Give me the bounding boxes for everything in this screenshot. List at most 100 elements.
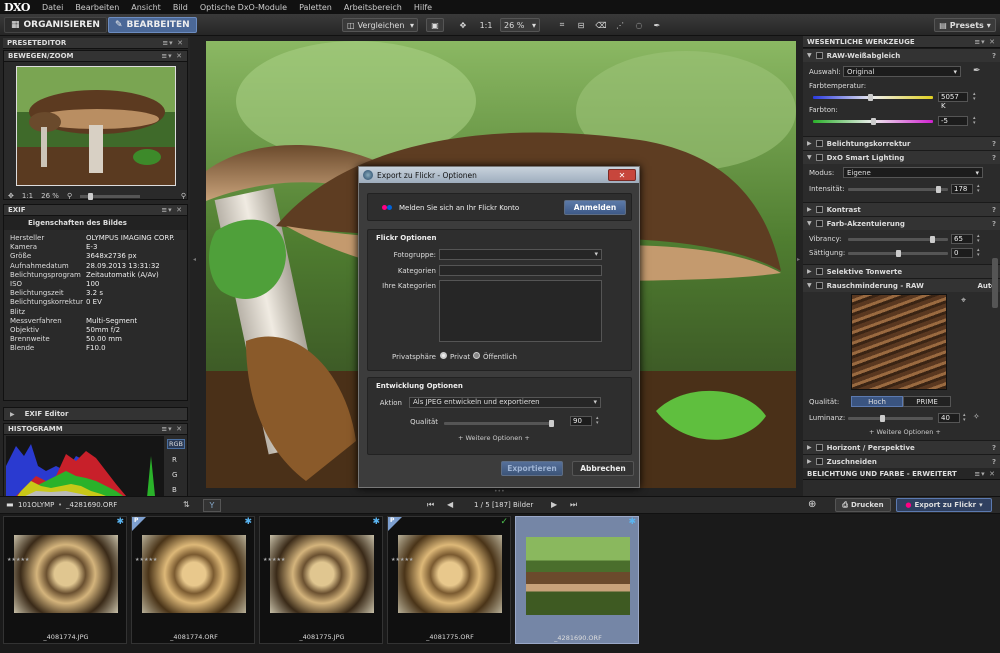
intensity-slider[interactable] bbox=[848, 186, 948, 193]
histogram-g-button[interactable]: G bbox=[172, 471, 177, 479]
exif-editor-header[interactable]: ▶ EXIF Editor bbox=[3, 407, 188, 421]
wb-checkbox[interactable] bbox=[815, 52, 823, 59]
help-icon[interactable]: ? bbox=[992, 220, 996, 228]
ratio-button[interactable]: 1:1 bbox=[476, 18, 496, 32]
lasso-tool[interactable]: ◌ bbox=[632, 18, 646, 32]
eyedropper-icon[interactable]: ✒ bbox=[973, 66, 981, 76]
spinner-icon[interactable]: ▴ ▾ bbox=[973, 116, 976, 126]
fullscreen-button[interactable]: ▣ bbox=[426, 18, 444, 32]
modus-select[interactable]: Eigene ▾ bbox=[843, 167, 983, 178]
next-image-icon[interactable]: ▶ bbox=[551, 500, 557, 509]
thumbnail[interactable]: P ✓ ★★★★★ _4081775.ORF bbox=[387, 516, 511, 644]
tint-slider[interactable] bbox=[813, 118, 933, 125]
spinner-icon[interactable]: ▴ ▾ bbox=[973, 92, 976, 102]
selective-tones-checkbox[interactable] bbox=[815, 268, 823, 275]
prev-image-icon[interactable]: ◀ bbox=[447, 500, 453, 509]
exif-tab[interactable]: Eigenschaften des Bildes bbox=[4, 216, 187, 230]
luminance-value[interactable]: 40 bbox=[938, 413, 960, 423]
menu-hilfe[interactable]: Hilfe bbox=[408, 3, 438, 12]
rating-stars-icon[interactable]: ★★★★★ bbox=[391, 557, 413, 564]
oeffentlich-radio[interactable] bbox=[473, 352, 480, 359]
spinner-icon[interactable]: ▴ ▾ bbox=[596, 416, 599, 426]
slider-knob[interactable] bbox=[871, 118, 876, 125]
slider-knob[interactable] bbox=[896, 250, 901, 257]
thumbnail[interactable]: ✱ ★★★★★ _4081774.JPG bbox=[3, 516, 127, 644]
advanced-header[interactable]: BELICHTUNG UND FARBE - ERWEITERT ≡▾ ✕ bbox=[803, 468, 1000, 480]
horizon-header[interactable]: ▶ Horizont / Perspektive? bbox=[803, 440, 1000, 454]
filter-button[interactable]: Y bbox=[203, 499, 221, 512]
panel-controls-icon[interactable]: ≡▾ ✕ bbox=[162, 39, 184, 47]
perspective-tool[interactable]: ⋰ bbox=[613, 18, 627, 32]
help-icon[interactable]: ? bbox=[992, 458, 996, 466]
cancel-button[interactable]: Abbrechen bbox=[572, 461, 634, 476]
quality-slider[interactable] bbox=[444, 420, 554, 427]
left-collapse-icon[interactable]: ◂ bbox=[193, 256, 196, 263]
noise-reduction-header[interactable]: ▼ Rauschminderung - RAW Auto bbox=[803, 278, 1000, 292]
quality-hoch-button[interactable]: Hoch bbox=[851, 396, 903, 407]
slider-knob[interactable] bbox=[880, 415, 885, 422]
more-options-link[interactable]: + Weitere Optionen + bbox=[458, 434, 530, 442]
horizon-checkbox[interactable] bbox=[815, 444, 823, 451]
panel-controls-icon[interactable]: ≡▾ ✕ bbox=[974, 470, 996, 478]
spinner-icon[interactable]: ▴ ▾ bbox=[963, 413, 966, 423]
print-button[interactable]: ⎙ Drucken bbox=[835, 498, 891, 512]
spinner-icon[interactable]: ▴ ▾ bbox=[977, 184, 980, 194]
vibrancy-value[interactable]: 65 bbox=[951, 234, 973, 244]
rating-stars-icon[interactable]: ★★★★★ bbox=[263, 557, 285, 564]
target-icon[interactable]: ⌖ bbox=[961, 296, 966, 306]
dust-tool[interactable]: ⌫ bbox=[594, 18, 608, 32]
histogram-r-button[interactable]: R bbox=[172, 456, 177, 464]
aktion-select[interactable]: Als JPEG entwickeln und exportieren ▾ bbox=[409, 397, 601, 408]
panel-controls-icon[interactable]: ≡▾ ✕ bbox=[974, 38, 996, 46]
thumbnail[interactable]: P ✱ ★★★★★ _4081774.ORF bbox=[131, 516, 255, 644]
zoom-out-icon[interactable]: ⚲ bbox=[67, 192, 72, 200]
help-icon[interactable]: ? bbox=[992, 140, 996, 148]
spinner-icon[interactable]: ▴ ▾ bbox=[977, 248, 980, 258]
color-accent-checkbox[interactable] bbox=[815, 220, 823, 227]
smart-lighting-header[interactable]: ▼ DxO Smart Lighting? bbox=[803, 150, 1000, 164]
saturation-value[interactable]: 0 bbox=[951, 248, 973, 258]
tint-value[interactable]: -5 bbox=[938, 116, 968, 126]
noise-preview[interactable] bbox=[851, 294, 947, 390]
thumbnail[interactable]: ✱ ★★★★★ _4081775.JPG bbox=[259, 516, 383, 644]
color-accent-header[interactable]: ▼ Farb-Akzentuierung? bbox=[803, 216, 1000, 230]
noise-more-options[interactable]: + Weitere Optionen + bbox=[869, 428, 941, 436]
temp-slider[interactable] bbox=[813, 94, 933, 101]
help-icon[interactable]: ? bbox=[992, 444, 996, 452]
selective-tones-header[interactable]: ▶Selektive Tonwerte? bbox=[803, 264, 1000, 278]
folder-name[interactable]: 101OLYMP bbox=[18, 501, 54, 509]
menu-arbeitsbereich[interactable]: Arbeitsbereich bbox=[338, 3, 408, 12]
menu-bearbeiten[interactable]: Bearbeiten bbox=[69, 3, 125, 12]
sort-icon[interactable]: ⇅ bbox=[183, 500, 190, 509]
smart-lighting-checkbox[interactable] bbox=[815, 154, 823, 161]
crop-tool[interactable]: ⌗ bbox=[555, 18, 569, 32]
move-zoom-header[interactable]: BEWEGEN/ZOOM ≡▾ ✕ bbox=[4, 51, 187, 62]
nav-ratio[interactable]: 1:1 bbox=[22, 192, 33, 200]
preset-editor-header[interactable]: PRESETEDITOR ≡▾ ✕ bbox=[3, 38, 188, 49]
slider-knob[interactable] bbox=[88, 192, 94, 200]
privat-radio[interactable] bbox=[440, 352, 447, 359]
zoom-in-icon[interactable]: ⚲ bbox=[181, 192, 186, 200]
vibrancy-slider[interactable] bbox=[848, 236, 948, 243]
move-icon[interactable]: ✥ bbox=[8, 192, 14, 200]
export-flickr-button[interactable]: ● Export zu Flickr ▾ bbox=[896, 498, 992, 512]
auswahl-select[interactable]: Original ▾ bbox=[843, 66, 961, 77]
presets-button[interactable]: ▤ Presets ▾ bbox=[934, 18, 996, 32]
login-button[interactable]: Anmelden bbox=[564, 200, 626, 215]
menu-datei[interactable]: Datei bbox=[36, 3, 69, 12]
histogram-rgb-button[interactable]: RGB bbox=[167, 439, 185, 449]
help-icon[interactable]: ? bbox=[992, 52, 996, 60]
compare-button[interactable]: ◫ Vergleichen ▾ bbox=[342, 18, 418, 32]
menu-paletten[interactable]: Paletten bbox=[293, 3, 338, 12]
close-button[interactable]: ✕ bbox=[608, 169, 636, 181]
exposure-section-header[interactable]: ▶ Belichtungskorrektur? bbox=[803, 136, 1000, 150]
thumbnail-selected[interactable]: ✱ _4281690.ORF bbox=[515, 516, 639, 644]
right-collapse-icon[interactable]: ▸ bbox=[797, 256, 800, 263]
luminance-slider[interactable] bbox=[848, 415, 933, 422]
noise-checkbox[interactable] bbox=[815, 282, 823, 289]
quality-value[interactable]: 90 bbox=[570, 416, 592, 426]
organise-tab[interactable]: ▦ ORGANISIEREN bbox=[4, 17, 107, 33]
exposure-checkbox[interactable] bbox=[815, 140, 823, 147]
picker-tool[interactable]: ✒ bbox=[650, 18, 664, 32]
export-button[interactable]: Exportieren bbox=[501, 461, 563, 476]
